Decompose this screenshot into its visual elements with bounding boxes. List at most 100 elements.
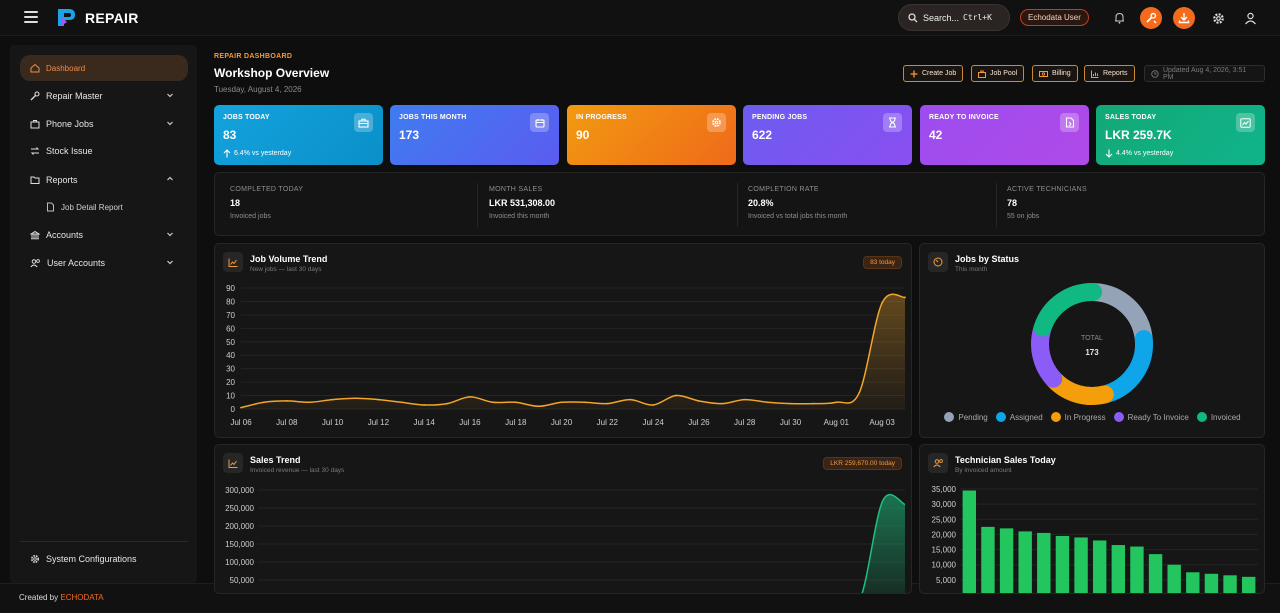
donut-center-value: 173 [1085, 348, 1099, 357]
donut-slice-in-progress [1045, 371, 1114, 405]
sidebar-item-user-accounts[interactable]: User Accounts [20, 250, 188, 276]
data-point [331, 398, 334, 401]
kpi-label: JOBS THIS MONTH [399, 114, 467, 121]
bar [1148, 554, 1163, 593]
sidebar-item-repair-master[interactable]: Repair Master [20, 83, 188, 109]
kpi-jobs-this-month[interactable]: JOBS THIS MONTH 173 [390, 105, 559, 165]
sidebar-item-job-detail-report[interactable]: Job Detail Report [20, 194, 188, 220]
bar [1092, 540, 1107, 593]
hourglass-icon [883, 113, 902, 132]
x-tick-label: Jul 18 [505, 418, 527, 427]
y-tick-label: 50,000 [230, 576, 255, 585]
y-tick-label: 100,000 [225, 558, 254, 567]
kpi-pending-jobs[interactable]: PENDING JOBS 622 [743, 105, 912, 165]
legend-item[interactable]: Assigned [995, 412, 1043, 422]
clock-icon [1151, 69, 1159, 78]
wrench-icon [30, 91, 40, 101]
kpi-label: READY TO INVOICE [929, 114, 999, 121]
x-tick-label: Jul 22 [597, 418, 619, 427]
arrow-up-icon [223, 149, 231, 158]
billing-button[interactable]: Billing [1032, 65, 1078, 82]
search-button[interactable]: Search... Ctrl+K [898, 4, 1010, 31]
y-tick-label: 20,000 [932, 530, 957, 539]
y-tick-label: 50 [226, 338, 235, 347]
user-icon[interactable] [1239, 7, 1261, 29]
y-tick-label: 10,000 [932, 561, 957, 570]
create-job-button[interactable]: Create Job [903, 65, 964, 82]
summary-completed-today: COMPLETED TODAY 18 Invoiced jobs [230, 173, 303, 235]
user-badge[interactable]: Echodata User [1020, 9, 1089, 26]
bell-icon[interactable] [1108, 7, 1130, 29]
sidebar-item-dashboard[interactable]: Dashboard [20, 55, 188, 81]
briefcase-icon [978, 70, 986, 78]
y-tick-label: 300,000 [225, 486, 254, 495]
page-title: Workshop Overview [214, 66, 330, 80]
button-label: Create Job [922, 70, 957, 77]
calendar-icon [530, 113, 549, 132]
legend-label: Assigned [1009, 412, 1043, 422]
series-line [240, 293, 906, 409]
data-point [560, 401, 563, 404]
button-label: Job Pool [990, 70, 1018, 77]
search-icon [908, 12, 918, 22]
kpi-value: LKR 259.7K [1105, 128, 1172, 142]
data-point [377, 398, 380, 401]
sidebar-item-reports[interactable]: Reports [20, 167, 188, 193]
chevron-down-icon [167, 93, 173, 98]
x-tick-label: Jul 08 [276, 418, 298, 427]
footer-prefix: Created by [19, 593, 59, 602]
bar [1167, 564, 1181, 593]
legend-item[interactable]: Ready To Invoice [1113, 412, 1189, 422]
reports-button[interactable]: Reports [1084, 65, 1135, 82]
donut-slice-invoiced [1033, 283, 1103, 337]
tools-icon[interactable] [1140, 7, 1162, 29]
sidebar-item-phone-jobs[interactable]: Phone Jobs [20, 111, 188, 137]
kpi-ready-to-invoice[interactable]: READY TO INVOICE 42 [920, 105, 1089, 165]
y-tick-label: 90 [226, 284, 235, 293]
kpi-in-progress[interactable]: IN PROGRESS 90 [567, 105, 736, 165]
legend-item[interactable]: Invoiced [1196, 412, 1241, 422]
sidebar-item-system-configurations[interactable]: System Configurations [20, 546, 188, 572]
job-pool-button[interactable]: Job Pool [971, 65, 1025, 82]
gear-icon [30, 554, 40, 564]
technician-sales-chart: 5,000 10,000 15,000 20,000 25,000 30,000 35,00… [932, 485, 1258, 593]
jobs-by-status-chart: TOTAL 173 [1031, 283, 1153, 405]
settings-icon[interactable] [1207, 7, 1229, 29]
swap-icon [30, 147, 40, 155]
chevron-down-icon [167, 260, 173, 265]
sidebar-item-stock-issue[interactable]: Stock Issue [20, 138, 188, 164]
kpi-jobs-today[interactable]: JOBS TODAY 83 6.4% vs yesterday [214, 105, 383, 165]
cash-icon [1039, 70, 1048, 77]
kpi-label: JOBS TODAY [223, 114, 270, 121]
data-point [400, 401, 403, 404]
brand-name: REPAIR [85, 10, 139, 26]
summary-label: COMPLETION RATE [748, 186, 819, 193]
y-tick-label: 60 [226, 324, 235, 333]
legend-item[interactable]: In Progress [1050, 412, 1106, 422]
sales-panel: Sales Trend Invoiced revenue — last 30 d… [214, 444, 912, 594]
summary-month-sales: MONTH SALES LKR 531,308.00 Invoiced this… [489, 173, 555, 235]
summary-label: COMPLETED TODAY [230, 186, 304, 193]
y-tick-label: 70 [226, 311, 235, 320]
summary-value: 20.8% [748, 198, 774, 208]
kpi-label: PENDING JOBS [752, 114, 808, 121]
data-point [720, 402, 723, 405]
sales-trend-chart: 50,000 100,000 150,000 200,000 250,000 300,00… [225, 486, 906, 593]
footer-company[interactable]: ECHODATA [60, 593, 103, 602]
sidebar-item-accounts[interactable]: Accounts [20, 222, 188, 248]
sidebar-item-label: User Accounts [47, 258, 106, 268]
kpi-delta-text: 6.4% vs yesterday [234, 150, 292, 157]
summary-label: MONTH SALES [489, 186, 543, 193]
kpi-value: 173 [399, 128, 420, 142]
donut-slice-ready-to-invoice [1031, 320, 1063, 388]
download-icon[interactable] [1173, 7, 1195, 29]
series-area [241, 294, 905, 409]
menu-icon[interactable] [24, 11, 38, 23]
y-tick-label: 0 [231, 405, 236, 414]
legend-item[interactable]: Pending [944, 412, 988, 422]
sidebar-item-label: System Configurations [46, 554, 137, 564]
logo-icon [58, 9, 75, 26]
kpi-sales-today[interactable]: SALES TODAY LKR 259.7K 4.4% vs yesterday [1096, 105, 1265, 165]
sidebar-item-label: Job Detail Report [61, 202, 123, 212]
kpi-delta-text: 4.4% vs yesterday [1116, 150, 1174, 157]
